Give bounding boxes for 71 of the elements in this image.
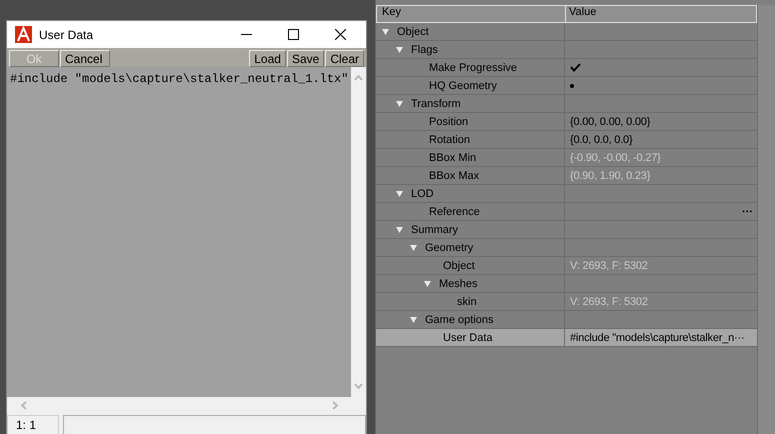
scrollbar-track[interactable]	[757, 5, 775, 434]
checkmark-icon[interactable]	[570, 63, 581, 72]
property-label: Reference	[428, 206, 480, 218]
property-value: V: 2693, F: 5302	[570, 260, 648, 272]
tree-row[interactable]: Object	[376, 257, 565, 274]
app-logo-icon	[15, 26, 32, 43]
group-label: Summary	[411, 224, 458, 236]
property-value: {0.90, 1.90, 0.23}	[570, 170, 650, 182]
tree-row[interactable]: Transform	[376, 95, 565, 112]
group-label: Geometry	[425, 242, 474, 254]
tree-row[interactable]: Game options	[376, 311, 565, 328]
scroll-up-icon[interactable]	[354, 75, 364, 81]
expanded-triangle-icon[interactable]	[424, 280, 431, 287]
tree-row[interactable]: Rotation	[376, 131, 565, 148]
group-label: LOD	[411, 188, 434, 200]
editor-text: #include "models\capture\stalker_neutral_1.ltx"	[10, 72, 348, 86]
group-label: Object	[397, 26, 429, 38]
property-label: Position	[428, 116, 468, 128]
scroll-left-icon[interactable]	[21, 401, 27, 410]
window-title: User Data	[39, 28, 94, 42]
property-label: skin	[456, 296, 477, 308]
expanded-triangle-icon[interactable]	[410, 244, 417, 251]
dot-icon[interactable]	[570, 84, 574, 88]
expanded-triangle-icon[interactable]	[396, 226, 403, 233]
property-label: HQ Geometry	[428, 80, 497, 92]
tree-row[interactable]: Reference	[376, 203, 565, 220]
scroll-down-icon[interactable]	[354, 383, 364, 389]
expanded-triangle-icon[interactable]	[396, 190, 403, 197]
tree-row[interactable]: LOD	[376, 185, 565, 202]
tree-row[interactable]: skin	[376, 293, 565, 310]
expanded-triangle-icon[interactable]	[396, 100, 403, 107]
property-value: {0.0, 0.0, 0.0}	[570, 134, 632, 146]
group-label: Flags	[411, 44, 438, 56]
property-value: #include "models\capture\stalker_n···	[570, 332, 744, 344]
property-value: V: 2693, F: 5302	[570, 296, 648, 308]
property-label: Object	[442, 260, 475, 272]
tree-row[interactable]: Make Progressive	[376, 59, 565, 76]
expanded-triangle-icon[interactable]	[396, 46, 403, 53]
toolbar-button[interactable]: Save	[286, 50, 324, 67]
property-label: Make Progressive	[428, 62, 518, 74]
group-label: Game options	[425, 314, 494, 326]
column-header[interactable]: Value	[566, 6, 596, 22]
scroll-right-icon[interactable]	[332, 401, 338, 410]
tree-row[interactable]: BBox Min	[376, 149, 565, 166]
tree-row[interactable]: BBox Max	[376, 167, 565, 184]
property-value: {0.00, 0.00, 0.00}	[570, 116, 650, 128]
text-editor[interactable]: #include "models\capture\stalker_neutral_1.ltx"	[7, 67, 352, 397]
maximize-icon[interactable]	[288, 29, 299, 40]
tree-row[interactable]: Meshes	[376, 275, 565, 292]
tree-row[interactable]: Flags	[376, 41, 565, 58]
ellipsis-button[interactable]: ···	[742, 206, 753, 218]
property-label: Rotation	[428, 134, 470, 146]
close-icon[interactable]	[335, 29, 346, 40]
property-label: BBox Max	[428, 170, 480, 182]
column-header[interactable]: Key	[377, 6, 566, 22]
property-value: {-0.90, -0.00, -0.27}	[570, 152, 661, 164]
tree-row[interactable]: Position	[376, 113, 565, 130]
toolbar-button[interactable]: Cancel	[60, 50, 110, 67]
tree-row[interactable]: Summary	[376, 221, 565, 238]
tree-row[interactable]: Object	[376, 23, 565, 40]
tree-row[interactable]: Geometry	[376, 239, 565, 256]
toolbar-button[interactable]: Load	[249, 50, 286, 67]
group-label: Meshes	[439, 278, 478, 290]
expanded-triangle-icon[interactable]	[382, 28, 389, 35]
group-label: Transform	[411, 98, 461, 110]
toolbar-button[interactable]: Clear	[325, 50, 364, 67]
tree-row[interactable]: HQ Geometry	[376, 77, 565, 94]
property-label: BBox Min	[428, 152, 476, 164]
expanded-triangle-icon[interactable]	[410, 316, 417, 323]
cursor-position: 1: 1	[7, 415, 59, 434]
property-label: User Data	[442, 332, 493, 344]
